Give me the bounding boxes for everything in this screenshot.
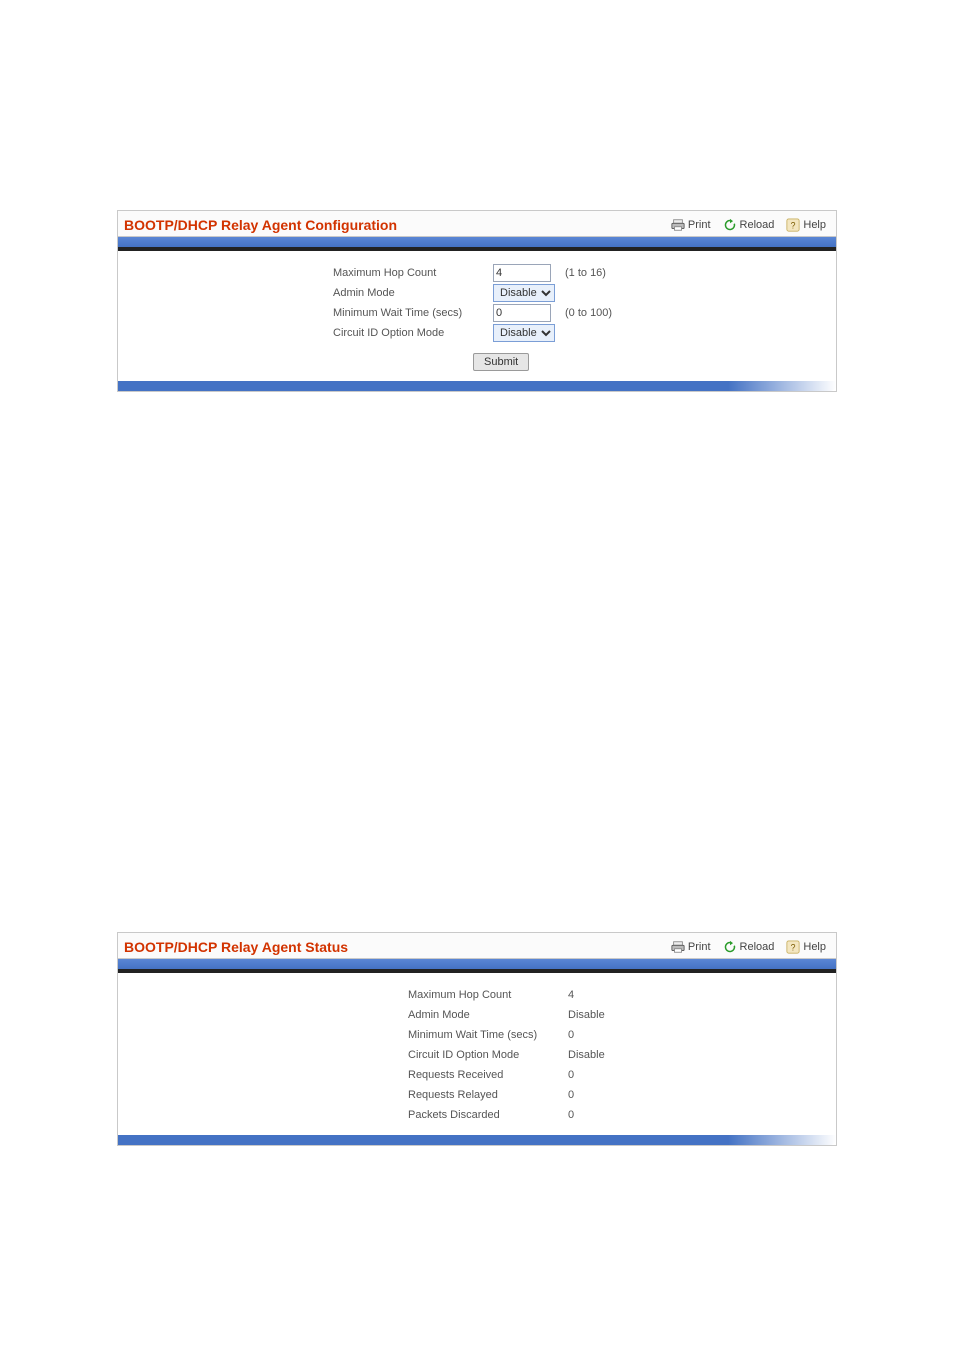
- help-button-2[interactable]: ? Help: [786, 940, 826, 954]
- circuit-id-select[interactable]: Disable Enable: [493, 324, 555, 342]
- row-circuit-id: Circuit ID Option Mode Disable Enable: [333, 323, 836, 343]
- divider-blue-2: [118, 959, 836, 969]
- stat-row-max-hop: Maximum Hop Count 4: [408, 985, 836, 1005]
- print-label: Print: [688, 219, 711, 231]
- stat-max-hop-label: Maximum Hop Count: [408, 989, 568, 1001]
- print-button[interactable]: Print: [671, 218, 711, 232]
- stat-min-wait-label: Minimum Wait Time (secs): [408, 1029, 568, 1041]
- max-hop-input[interactable]: [493, 264, 551, 282]
- help-label: Help: [803, 219, 826, 231]
- max-hop-hint: (1 to 16): [565, 267, 606, 279]
- stat-circuit-id-value: Disable: [568, 1049, 628, 1061]
- help-label-2: Help: [803, 941, 826, 953]
- min-wait-hint: (0 to 100): [565, 307, 612, 319]
- row-min-wait: Minimum Wait Time (secs) (0 to 100): [333, 303, 836, 323]
- svg-text:?: ?: [791, 220, 796, 230]
- reload-button[interactable]: Reload: [723, 218, 775, 232]
- reload-label-2: Reload: [740, 941, 775, 953]
- stat-row-circuit-id: Circuit ID Option Mode Disable: [408, 1045, 836, 1065]
- stat-pkt-disc-value: 0: [568, 1109, 628, 1121]
- status-table: Maximum Hop Count 4 Admin Mode Disable M…: [408, 985, 836, 1125]
- max-hop-label: Maximum Hop Count: [333, 267, 493, 279]
- admin-mode-label: Admin Mode: [333, 287, 493, 299]
- row-admin-mode: Admin Mode Disable Enable: [333, 283, 836, 303]
- help-icon: ?: [786, 940, 800, 954]
- status-title: BOOTP/DHCP Relay Agent Status: [124, 939, 348, 955]
- svg-text:?: ?: [791, 942, 796, 952]
- reload-button-2[interactable]: Reload: [723, 940, 775, 954]
- help-icon: ?: [786, 218, 800, 232]
- reload-icon: [723, 218, 737, 232]
- divider-blue-end: [118, 381, 836, 391]
- config-title: BOOTP/DHCP Relay Agent Configuration: [124, 217, 397, 233]
- stat-pkt-disc-label: Packets Discarded: [408, 1109, 568, 1121]
- stat-row-pkt-disc: Packets Discarded 0: [408, 1105, 836, 1125]
- divider-blue: [118, 237, 836, 247]
- stat-min-wait-value: 0: [568, 1029, 628, 1041]
- stat-row-admin-mode: Admin Mode Disable: [408, 1005, 836, 1025]
- stat-admin-mode-label: Admin Mode: [408, 1009, 568, 1021]
- stat-admin-mode-value: Disable: [568, 1009, 628, 1021]
- print-icon: [671, 940, 685, 954]
- config-panel: BOOTP/DHCP Relay Agent Configuration Pri…: [117, 210, 837, 392]
- status-body: Maximum Hop Count 4 Admin Mode Disable M…: [118, 973, 836, 1135]
- min-wait-input[interactable]: [493, 304, 551, 322]
- stat-circuit-id-label: Circuit ID Option Mode: [408, 1049, 568, 1061]
- config-body: Maximum Hop Count (1 to 16) Admin Mode D…: [118, 251, 836, 381]
- stat-req-recv-label: Requests Received: [408, 1069, 568, 1081]
- reload-icon: [723, 940, 737, 954]
- row-max-hop: Maximum Hop Count (1 to 16): [333, 263, 836, 283]
- stat-row-req-recv: Requests Received 0: [408, 1065, 836, 1085]
- config-form: Maximum Hop Count (1 to 16) Admin Mode D…: [333, 263, 836, 343]
- stat-max-hop-value: 4: [568, 989, 628, 1001]
- stat-req-relay-value: 0: [568, 1089, 628, 1101]
- divider-blue-end-2: [118, 1135, 836, 1145]
- submit-row: Submit: [118, 353, 836, 371]
- reload-label: Reload: [740, 219, 775, 231]
- min-wait-label: Minimum Wait Time (secs): [333, 307, 493, 319]
- stat-row-min-wait: Minimum Wait Time (secs) 0: [408, 1025, 836, 1045]
- toolbar-2: Print Reload ? Help: [671, 940, 826, 954]
- toolbar: Print Reload ? Help: [671, 218, 826, 232]
- admin-mode-select[interactable]: Disable Enable: [493, 284, 555, 302]
- stat-req-relay-label: Requests Relayed: [408, 1089, 568, 1101]
- submit-button[interactable]: Submit: [473, 353, 529, 371]
- print-label-2: Print: [688, 941, 711, 953]
- status-header: BOOTP/DHCP Relay Agent Status Print Relo…: [118, 933, 836, 959]
- print-icon: [671, 218, 685, 232]
- circuit-id-label: Circuit ID Option Mode: [333, 327, 493, 339]
- stat-req-recv-value: 0: [568, 1069, 628, 1081]
- status-panel: BOOTP/DHCP Relay Agent Status Print Relo…: [117, 932, 837, 1146]
- stat-row-req-relay: Requests Relayed 0: [408, 1085, 836, 1105]
- config-header: BOOTP/DHCP Relay Agent Configuration Pri…: [118, 211, 836, 237]
- help-button[interactable]: ? Help: [786, 218, 826, 232]
- print-button-2[interactable]: Print: [671, 940, 711, 954]
